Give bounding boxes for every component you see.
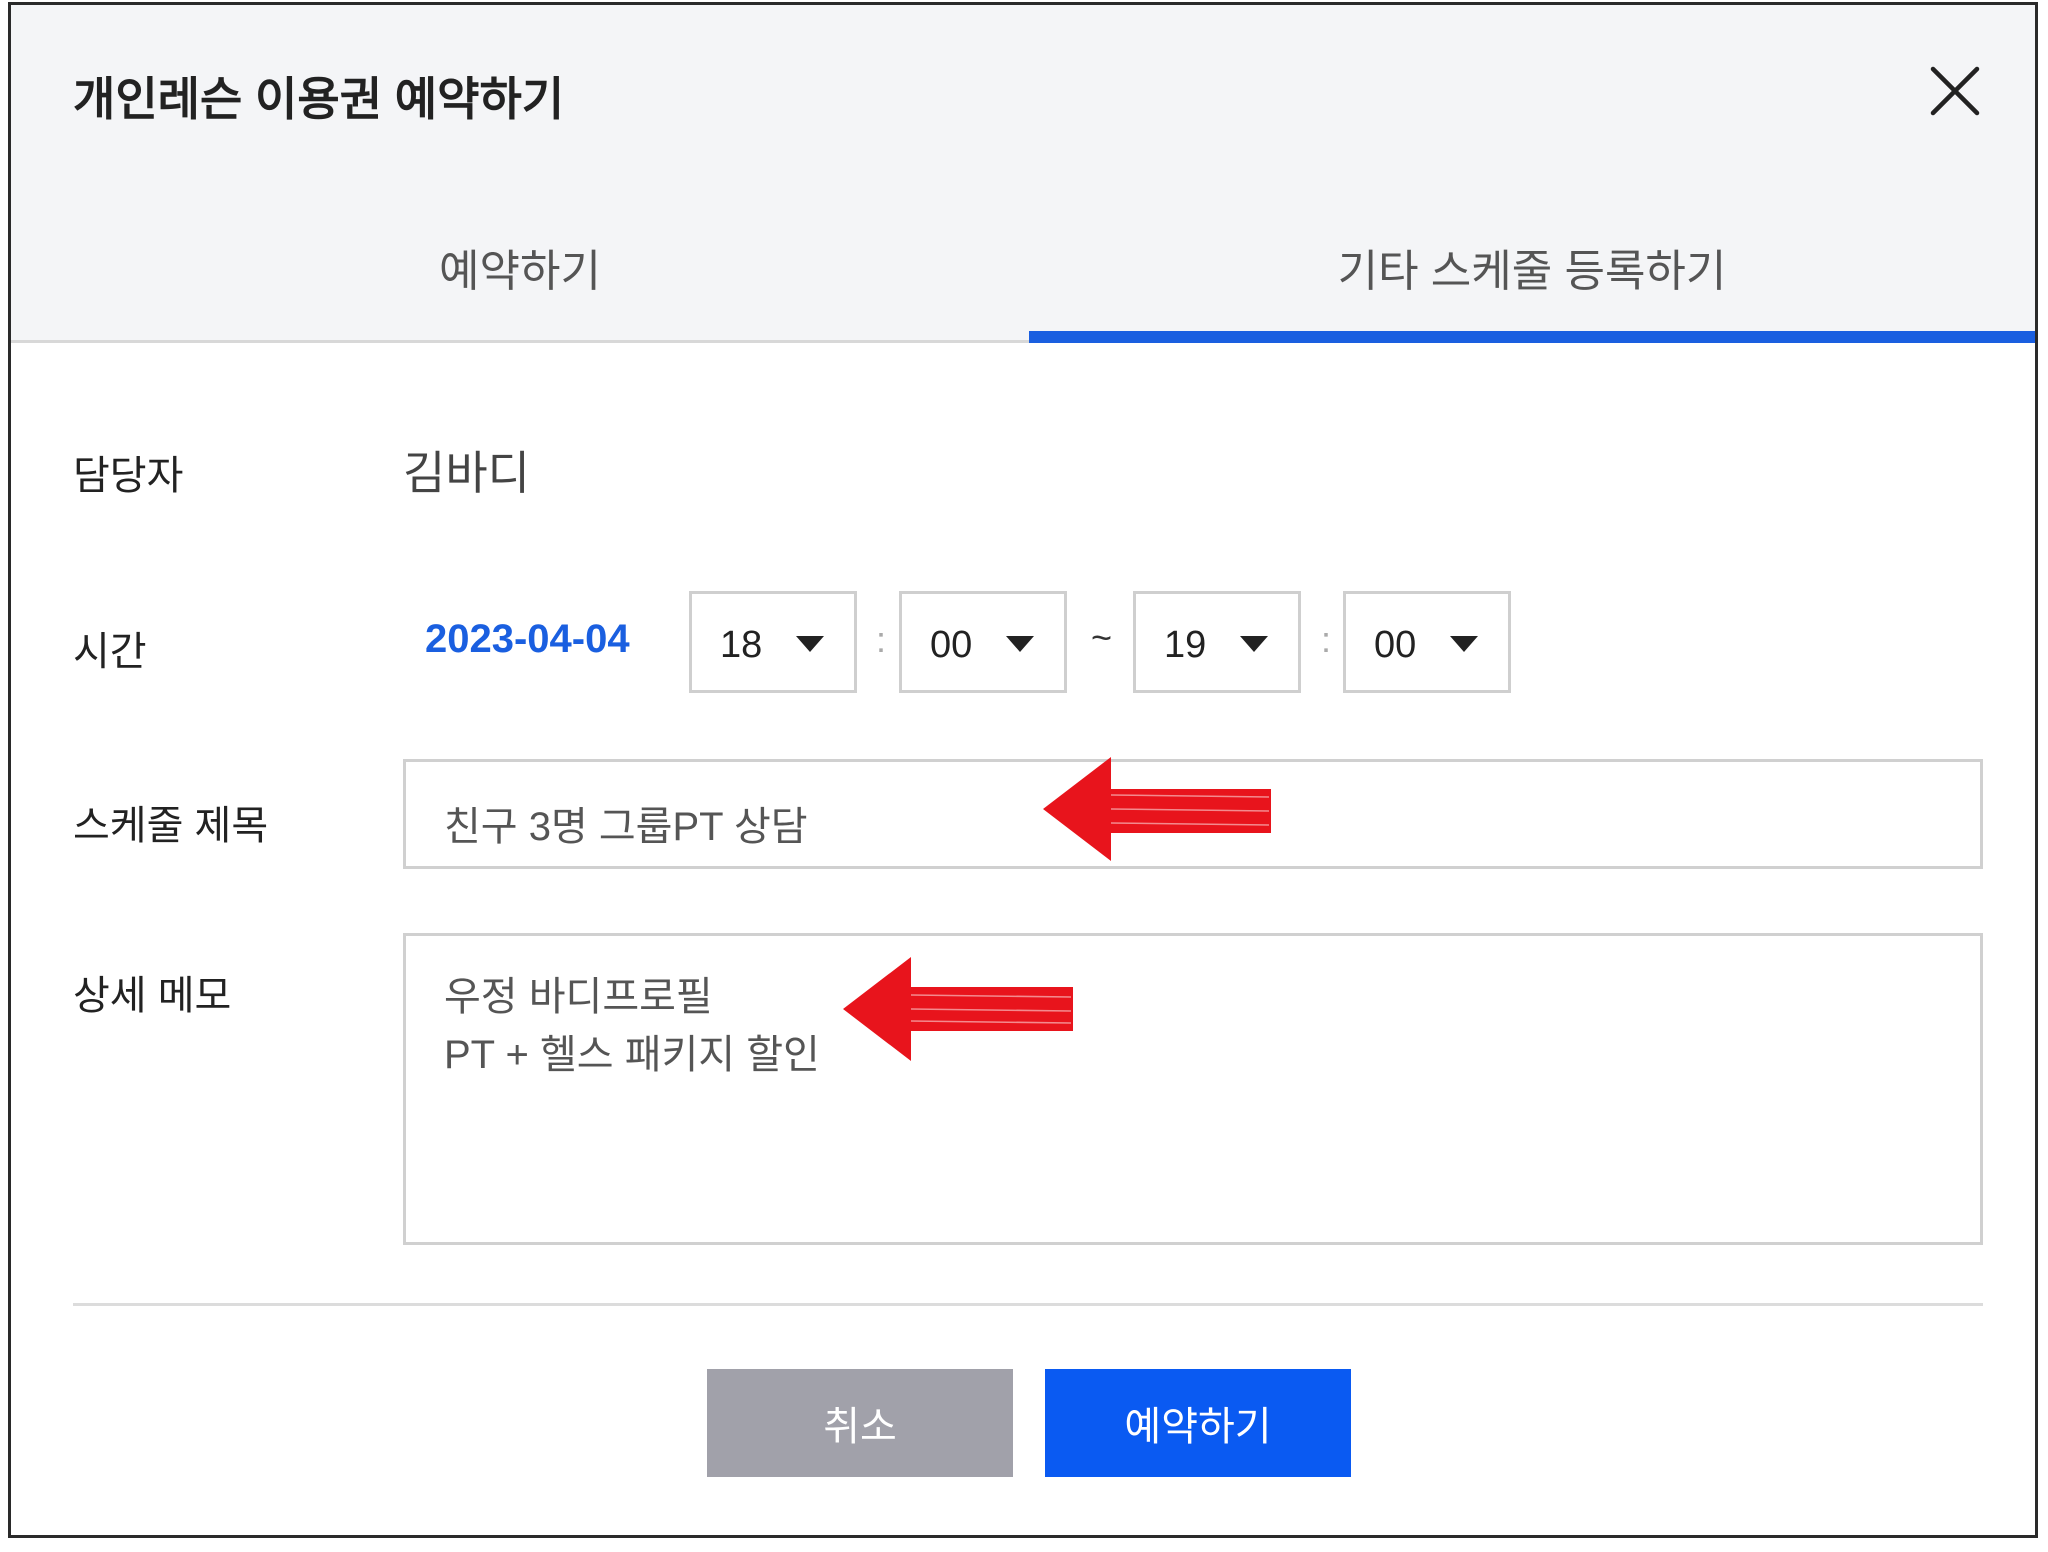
range-separator: ~ [1091,617,1113,658]
end-hour-value: 19 [1164,624,1207,666]
manager-label: 담당자 [73,454,184,498]
tab-other-schedule[interactable]: 기타 스케줄 등록하기 [1029,205,2035,343]
start-hour-value: 18 [720,624,763,666]
close-icon[interactable] [1929,65,1981,117]
footer-divider [73,1303,1983,1306]
caret-down-icon [796,636,824,652]
start-minute-value: 00 [930,624,973,666]
time-colon: : [1321,619,1332,660]
manager-value: 김바디 [403,447,530,499]
memo-line-2: PT + 헬스 패키지 할인 [444,1033,820,1077]
date-value[interactable]: 2023-04-04 [425,617,630,662]
end-minute-select[interactable]: 00 [1343,591,1511,693]
end-minute-value: 00 [1374,624,1417,666]
time-label: 시간 [73,630,147,674]
schedule-title-label: 스케줄 제목 [73,804,269,848]
memo-label: 상세 메모 [73,974,232,1018]
end-hour-select[interactable]: 19 [1133,591,1301,693]
start-hour-select[interactable]: 18 [689,591,857,693]
modal-title: 개인레슨 이용권 예약하기 [73,73,565,125]
caret-down-icon [1240,636,1268,652]
modal-header: 개인레슨 이용권 예약하기 예약하기 기타 스케줄 등록하기 [11,5,2035,343]
tab-other-schedule-label: 기타 스케줄 등록하기 [1337,247,1727,296]
schedule-title-value: 친구 3명 그룹PT 상담 [444,805,808,849]
annotation-arrow-icon [843,957,1073,1061]
time-colon: : [876,619,887,660]
modal-dialog: 개인레슨 이용권 예약하기 예약하기 기타 스케줄 등록하기 담당자 김바디 시… [8,2,2038,1538]
submit-button[interactable]: 예약하기 [1045,1369,1351,1477]
tab-reservation-label: 예약하기 [439,247,601,296]
caret-down-icon [1006,636,1034,652]
tab-bar: 예약하기 기타 스케줄 등록하기 [11,205,2035,343]
tab-reservation[interactable]: 예약하기 [11,205,1029,343]
memo-textarea[interactable]: 우정 바디프로필 PT + 헬스 패키지 할인 [403,933,1983,1245]
caret-down-icon [1450,636,1478,652]
start-minute-select[interactable]: 00 [899,591,1067,693]
annotation-arrow-icon [1043,757,1271,861]
cancel-button[interactable]: 취소 [707,1369,1013,1477]
memo-line-1: 우정 바디프로필 [444,975,713,1019]
